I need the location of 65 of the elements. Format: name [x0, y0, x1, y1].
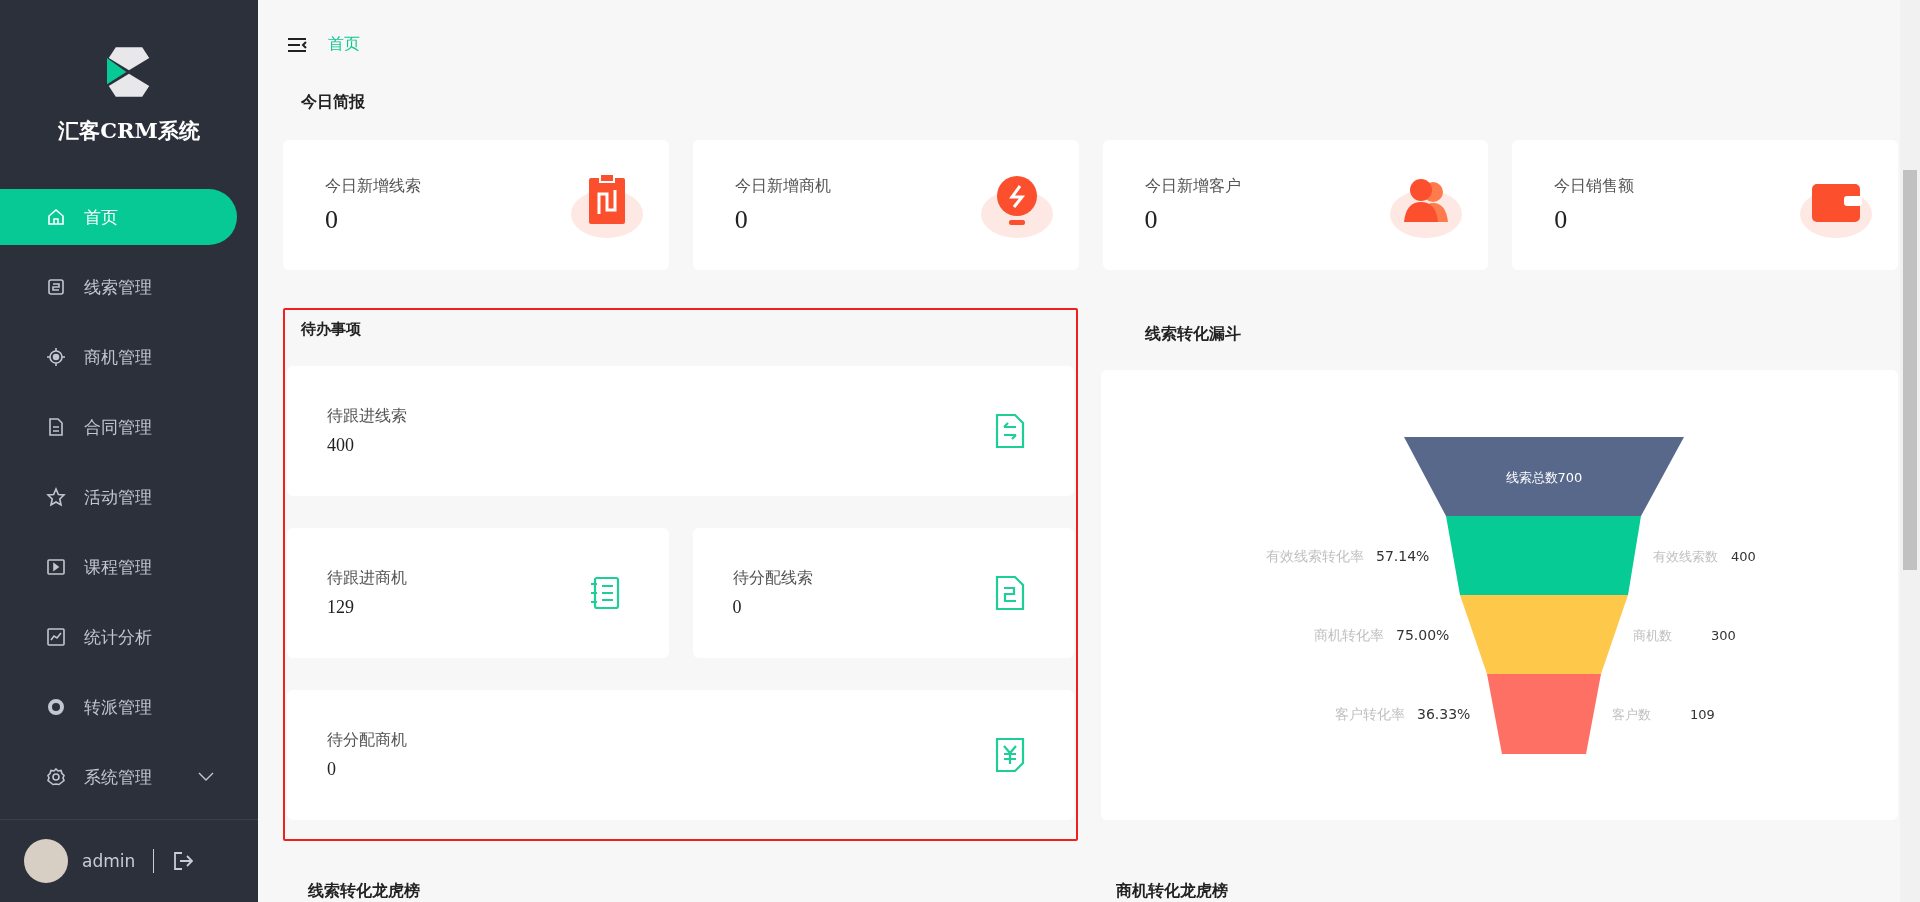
notebook-icon — [588, 575, 621, 611]
conversion-rate-label: 客户转化率 — [1335, 706, 1405, 722]
todo-label: 待分配线索 — [732, 568, 813, 589]
todo-label: 待跟进商机 — [327, 568, 407, 589]
stat-value: 0 — [325, 204, 339, 235]
stat-label: 今日销售额 — [1554, 175, 1635, 197]
user-name: admin — [82, 851, 136, 871]
section-title: 今日简报 — [301, 92, 366, 113]
scrollbar[interactable] — [1900, 0, 1920, 902]
yen-icon — [994, 737, 1026, 773]
stat-label: 今日新增客户 — [1144, 175, 1241, 197]
gear-icon — [46, 767, 66, 787]
stat-value: 0 — [1144, 204, 1159, 235]
sidebar-item[interactable]: 合同管理 — [0, 399, 237, 455]
conversion-rate-value: 57.14% — [1376, 547, 1430, 564]
avatar — [24, 839, 68, 883]
target-icon — [46, 347, 66, 367]
section-title: 商机转化龙虎榜 — [1115, 881, 1229, 902]
stat-value: 0 — [734, 204, 749, 235]
sidebar-item[interactable]: 课程管理 — [0, 539, 237, 595]
section-title: 线索转化龙虎榜 — [308, 881, 421, 902]
scrollbar-thumb[interactable] — [1903, 170, 1917, 570]
sidebar-item[interactable]: 系统管理 — [0, 749, 237, 805]
stat-label: 今日新增商机 — [734, 175, 831, 197]
logout-icon[interactable] — [172, 851, 195, 871]
todo-card[interactable]: 待跟进线索 400 — [287, 366, 1074, 496]
stage-count-value: 300 — [1711, 627, 1736, 643]
sidebar-item[interactable]: 转派管理 — [0, 679, 237, 735]
stat-value: 0 — [1554, 204, 1569, 235]
stat-label: 今日新增线索 — [325, 175, 421, 197]
conversion-rate-value: 36.33% — [1417, 706, 1471, 722]
todo-value: 0 — [732, 597, 743, 618]
doc-icon — [46, 417, 66, 437]
sidebar-item[interactable]: 商机管理 — [0, 329, 237, 385]
todo-card[interactable]: 待分配线索 0 — [692, 528, 1074, 658]
ring-icon — [46, 697, 66, 717]
sidebar-item[interactable]: 线索管理 — [0, 259, 237, 315]
stage-count-label: 客户数 — [1612, 707, 1651, 722]
conversion-rate-label: 商机转化率 — [1314, 626, 1384, 643]
conversion-rate-value: 75.00% — [1396, 626, 1450, 643]
todo-value: 129 — [327, 597, 355, 618]
logo-icon — [107, 47, 151, 97]
conversion-rate-label: 有效线索转化率 — [1266, 547, 1364, 564]
play-icon — [46, 557, 66, 577]
stage-count-label: 商机数 — [1633, 627, 1672, 643]
chart-icon — [46, 627, 66, 647]
stage-count-value: 109 — [1690, 707, 1715, 722]
section-title: 线索转化漏斗 — [1145, 324, 1242, 345]
sidebar-item[interactable]: 统计分析 — [0, 609, 237, 665]
todo-value: 0 — [327, 759, 337, 780]
todo-card[interactable]: 待跟进商机 129 — [287, 528, 669, 658]
stage-count-value: 400 — [1731, 548, 1756, 564]
funnel-stage-label: 线索总数700 — [1505, 469, 1583, 485]
home-icon — [46, 207, 66, 227]
sidebar-item[interactable]: 活动管理 — [0, 469, 237, 525]
section-title: 待办事项 — [301, 320, 362, 340]
stage-count-label: 有效线索数 — [1653, 548, 1718, 564]
brand-name: 汇客CRM系统 — [57, 117, 201, 145]
todo-card[interactable]: 待分配商机 0 — [287, 690, 1074, 820]
todo-label: 待跟进线索 — [327, 406, 407, 427]
star-icon — [46, 487, 66, 507]
todo-value: 400 — [327, 435, 355, 456]
menu-icon[interactable] — [288, 36, 308, 53]
todo-label: 待分配商机 — [327, 730, 407, 751]
swap-icon — [994, 413, 1026, 449]
